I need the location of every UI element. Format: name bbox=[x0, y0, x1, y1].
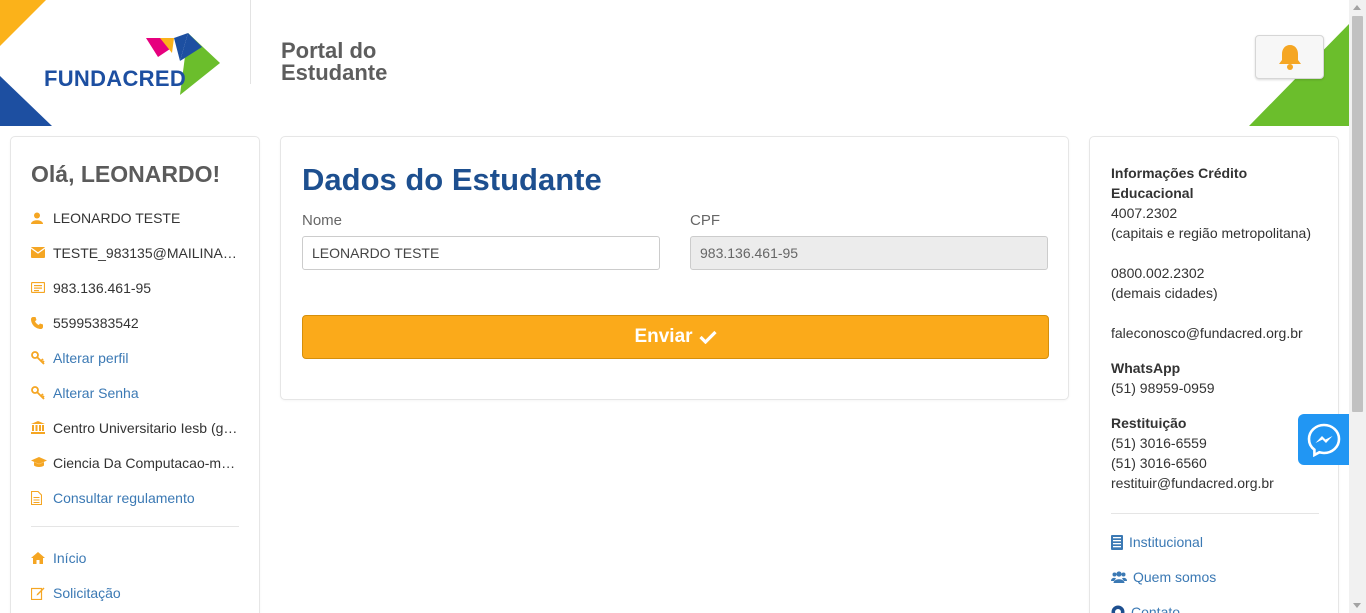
phone-other-cities: 0800.002.2302 bbox=[1111, 265, 1205, 281]
restituicao-email: restituir@fundacred.org.br bbox=[1111, 475, 1274, 491]
cpf-label: CPF bbox=[690, 212, 720, 229]
notifications-button[interactable] bbox=[1255, 35, 1324, 79]
contact-info: Informações Crédito Educacional 4007.230… bbox=[1111, 163, 1326, 493]
portal-title-line1: Portal do bbox=[281, 38, 377, 63]
envelope-icon bbox=[31, 247, 53, 258]
profile-institution-text: Centro Universitario Iesb (g… bbox=[53, 419, 238, 436]
nome-label: Nome bbox=[302, 212, 343, 229]
student-data-panel: Dados do Estudante Nome LEONARDO TESTE C… bbox=[280, 136, 1069, 400]
contact-icon bbox=[1111, 605, 1125, 613]
restituicao-title: Restituição bbox=[1111, 415, 1187, 431]
page-header: FUNDACRED Portal do Estudante bbox=[0, 0, 1349, 126]
nome-input[interactable]: LEONARDO TESTE bbox=[302, 236, 660, 270]
profile-course-text: Ciencia Da Computacao-m… bbox=[53, 454, 236, 471]
consultar-regulamento-link[interactable]: Consultar regulamento bbox=[31, 480, 239, 515]
scroll-up-arrow-icon[interactable] bbox=[1353, 5, 1361, 10]
messenger-icon bbox=[1307, 423, 1340, 457]
profile-course: Ciencia Da Computacao-m… bbox=[31, 445, 239, 480]
whatsapp-title: WhatsApp bbox=[1111, 360, 1181, 376]
restituicao-phone1: (51) 3016-6559 bbox=[1111, 435, 1207, 451]
nav-inicio-text[interactable]: Início bbox=[53, 550, 86, 566]
users-icon bbox=[1111, 571, 1127, 583]
contact-sidebar: Informações Crédito Educacional 4007.230… bbox=[1089, 136, 1339, 613]
consultar-regulamento-text[interactable]: Consultar regulamento bbox=[53, 490, 195, 506]
edit-icon bbox=[31, 586, 53, 600]
contato-text[interactable]: Contato bbox=[1131, 604, 1180, 613]
page-scrollbar[interactable] bbox=[1349, 0, 1366, 613]
alterar-perfil-text[interactable]: Alterar perfil bbox=[53, 350, 128, 366]
profile-sidebar: Olá, LEONARDO! LEONARDO TESTE TESTE_9831… bbox=[10, 136, 260, 613]
contato-link[interactable]: Contato bbox=[1111, 604, 1180, 613]
sidebar-divider bbox=[31, 526, 239, 527]
quem-somos-text[interactable]: Quem somos bbox=[1133, 569, 1216, 585]
logo-text: FUNDACRED bbox=[44, 66, 187, 91]
user-icon bbox=[31, 212, 53, 224]
credit-title-line1: Informações Crédito bbox=[1111, 165, 1248, 181]
phone-capitals-note: (capitais e região metropolitana) bbox=[1111, 225, 1311, 241]
profile-phone: 55995383542 bbox=[31, 305, 239, 340]
enviar-button[interactable]: Enviar bbox=[302, 315, 1049, 359]
portal-title: Portal do Estudante bbox=[281, 40, 387, 84]
nav-inicio[interactable]: Início bbox=[31, 540, 239, 575]
whatsapp-number: (51) 98959-0959 bbox=[1111, 380, 1215, 396]
institucional-link[interactable]: Institucional bbox=[1111, 534, 1203, 550]
greeting: Olá, LEONARDO! bbox=[31, 161, 221, 187]
profile-institution: Centro Universitario Iesb (g… bbox=[31, 410, 239, 445]
page-title: Dados do Estudante bbox=[302, 162, 602, 197]
alterar-senha-link[interactable]: Alterar Senha bbox=[31, 375, 239, 410]
contact-divider bbox=[1111, 513, 1319, 514]
document-icon bbox=[31, 490, 53, 505]
id-card-icon bbox=[31, 282, 53, 293]
key-icon bbox=[31, 385, 53, 400]
profile-name: LEONARDO TESTE bbox=[31, 200, 239, 235]
profile-phone-text: 55995383542 bbox=[53, 314, 139, 331]
cpf-input: 983.136.461-95 bbox=[690, 236, 1048, 270]
profile-name-text: LEONARDO TESTE bbox=[53, 209, 181, 226]
header-divider bbox=[250, 0, 251, 84]
check-icon bbox=[698, 330, 717, 344]
institucional-text[interactable]: Institucional bbox=[1129, 534, 1203, 550]
phone-other-cities-note: (demais cidades) bbox=[1111, 285, 1218, 301]
credit-title-line2: Educacional bbox=[1111, 185, 1194, 201]
university-icon bbox=[31, 421, 53, 434]
quem-somos-link[interactable]: Quem somos bbox=[1111, 569, 1216, 585]
profile-email: TESTE_983135@MAILINA… bbox=[31, 235, 239, 270]
scroll-down-arrow-icon[interactable] bbox=[1353, 603, 1361, 608]
graduation-cap-icon bbox=[31, 457, 53, 468]
key-icon bbox=[31, 350, 53, 365]
phone-capitals: 4007.2302 bbox=[1111, 205, 1178, 221]
restituicao-phone2: (51) 3016-6560 bbox=[1111, 455, 1207, 471]
profile-cpf-text: 983.136.461-95 bbox=[53, 279, 152, 296]
phone-icon bbox=[31, 316, 53, 329]
alterar-perfil-link[interactable]: Alterar perfil bbox=[31, 340, 239, 375]
nav-solicitacao-text[interactable]: Solicitação bbox=[53, 585, 121, 601]
portal-title-line2: Estudante bbox=[281, 60, 388, 85]
profile-email-text: TESTE_983135@MAILINA… bbox=[53, 244, 237, 261]
home-icon bbox=[31, 551, 53, 564]
alterar-senha-text[interactable]: Alterar Senha bbox=[53, 385, 139, 401]
messenger-chat-button[interactable] bbox=[1298, 414, 1349, 465]
enviar-label: Enviar bbox=[634, 326, 693, 347]
bell-icon bbox=[1278, 45, 1301, 70]
nav-solicitacao[interactable]: Solicitação bbox=[31, 575, 239, 610]
profile-cpf: 983.136.461-95 bbox=[31, 270, 239, 305]
contact-email: faleconosco@fundacred.org.br bbox=[1111, 325, 1303, 341]
scrollbar-thumb[interactable] bbox=[1352, 16, 1363, 412]
building-icon bbox=[1111, 534, 1123, 550]
